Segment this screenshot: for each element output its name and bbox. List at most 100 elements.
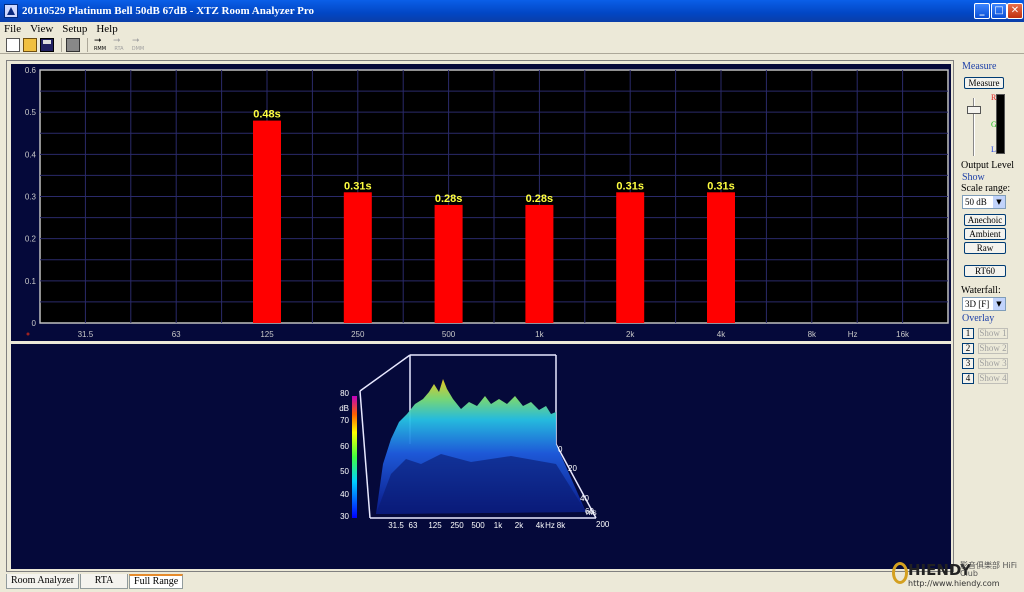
hiendy-watermark: HIENDY 影音俱樂部 HiFi Club http://www.hiendy… (890, 560, 1020, 590)
x-tick-label: 4k (717, 330, 726, 339)
waterfall-chart: 80 70 60 50 40 30 dB 31.5 63 125 250 500 1k 2k 4k 8kHz 0… (339, 354, 610, 530)
output-level-meter: R G L (991, 93, 1005, 154)
measure-button[interactable]: Measure (964, 77, 1004, 89)
x-tick-label: 500 (471, 521, 485, 530)
waterfall-select[interactable]: 3D [F] ▼ (962, 297, 1006, 311)
chevron-down-icon[interactable]: ▼ (993, 196, 1005, 208)
rt60-chart-panel: 0 0.1 0.2 0.3 0.4 0.5 0.6 31.5 63 125 0.48s 250 0.31… (11, 64, 951, 341)
z-tick-label: 80 (340, 389, 349, 398)
measure-group-label: Measure (962, 61, 997, 72)
y-tick-label: 0.4 (25, 150, 37, 159)
z-tick-label: 60 (340, 442, 349, 451)
title-bar[interactable]: 20110529 Platinum Bell 50dB 67dB - XTZ R… (0, 0, 1024, 22)
watermark-sub: 影音俱樂部 HiFi Club (960, 561, 1018, 578)
x-tick-label: 125 (428, 521, 442, 530)
new-icon[interactable] (6, 37, 20, 52)
overlay-3-button[interactable]: 3 (962, 357, 974, 369)
bar-data-label: 0.28s (526, 193, 554, 205)
show-4-button[interactable]: Show 4 (978, 372, 1008, 384)
overlay-4-button[interactable]: 4 (962, 372, 974, 384)
origin-mark (26, 332, 30, 336)
output-level-slider-thumb[interactable] (967, 106, 981, 114)
time-unit-label: ms (586, 508, 597, 517)
scale-range-value: 50 dB (965, 197, 987, 207)
output-level-slider[interactable] (964, 98, 984, 156)
y-tick-label: 0.5 (25, 108, 37, 117)
raw-button[interactable]: Raw (964, 242, 1006, 254)
print-icon[interactable] (66, 37, 80, 52)
x-tick-label: 2k (515, 521, 524, 530)
x-tick-label: 250 (450, 521, 464, 530)
app-icon[interactable] (4, 4, 18, 18)
x-tick-label: 250 (351, 330, 365, 339)
x-tick-label: 16k (896, 330, 910, 339)
show-3-button[interactable]: Show 3 (978, 357, 1008, 369)
rmm-mode-button[interactable]: RMM (92, 36, 108, 52)
x-tick-label: 500 (442, 330, 456, 339)
show-1-button[interactable]: Show 1 (978, 327, 1008, 339)
bar-data-label: 0.48s (253, 109, 281, 121)
overlay-1-button[interactable]: 1 (962, 327, 974, 339)
time-tick-label: 200 (596, 520, 610, 529)
z-tick-label: 70 (340, 416, 349, 425)
scale-range-select[interactable]: 50 dB ▼ (962, 195, 1006, 209)
z-tick-label: 30 (340, 512, 349, 521)
x-tick-label: 8k (557, 521, 566, 530)
save-icon[interactable] (40, 37, 54, 52)
dmm-mode-button[interactable]: DMM (130, 36, 146, 52)
watermark-url: http://www.hiendy.com (908, 579, 1000, 588)
x-tick-label: 63 (409, 521, 418, 530)
y-tick-label: 0.1 (25, 277, 37, 286)
tab-room-analyzer[interactable]: Room Analyzer (6, 574, 80, 589)
toolbar-separator (87, 37, 88, 52)
z-axis-label: dB (339, 404, 349, 413)
rt60-bar (434, 204, 463, 323)
window-title: 20110529 Platinum Bell 50dB 67dB - XTZ R… (22, 5, 315, 17)
minimize-button[interactable]: _ (974, 3, 990, 19)
overlay-row-2: 2 Show 2 (962, 342, 1008, 354)
tab-rta[interactable]: RTA (80, 574, 129, 589)
show-2-button[interactable]: Show 2 (978, 342, 1008, 354)
z-tick-label: 40 (340, 490, 349, 499)
rt60-chart: 0 0.1 0.2 0.3 0.4 0.5 0.6 31.5 63 125 0.48s 250 0.31… (25, 66, 949, 339)
z-tick-label: 50 (340, 467, 349, 476)
rta-mode-button[interactable]: RTA (111, 36, 127, 52)
x-tick-label: 2k (626, 330, 635, 339)
bar-data-label: 0.28s (435, 193, 463, 205)
open-icon[interactable] (23, 37, 37, 52)
meter-mark-g: G (991, 120, 997, 129)
bar-data-label: 0.31s (616, 180, 644, 192)
x-tick-label: 1k (535, 330, 544, 339)
rt60-button[interactable]: RT60 (964, 265, 1006, 277)
show-group-label: Show (962, 172, 985, 183)
time-tick-label: 40 (580, 494, 589, 503)
ambient-button[interactable]: Ambient (964, 228, 1006, 240)
y-tick-label: 0.3 (25, 193, 37, 202)
anechoic-button[interactable]: Anechoic (964, 214, 1006, 226)
x-tick-label: 31.5 (388, 521, 404, 530)
y-tick-label: 0.2 (25, 235, 37, 244)
menu-view[interactable]: View (30, 23, 53, 35)
chevron-down-icon[interactable]: ▼ (993, 298, 1005, 310)
bar-data-label: 0.31s (344, 180, 372, 192)
time-tick-label: 20 (568, 464, 577, 473)
waterfall-label: Waterfall: (961, 285, 1001, 296)
rt60-bar (616, 192, 645, 323)
menu-bar: File View Setup Help (0, 22, 1024, 36)
waterfall-color-scale (352, 396, 357, 518)
close-button[interactable]: ✕ (1007, 3, 1023, 19)
output-level-label: Output Level (961, 160, 1015, 171)
meter-mark-l: L (991, 145, 996, 154)
tab-full-range[interactable]: Full Range (129, 574, 184, 589)
x-tick-label: 63 (172, 330, 181, 339)
maximize-button[interactable]: □ (991, 3, 1007, 19)
toolbar-separator (61, 37, 62, 52)
y-tick-label: 0.6 (25, 66, 37, 75)
menu-file[interactable]: File (4, 23, 21, 35)
overlay-2-button[interactable]: 2 (962, 342, 974, 354)
bottom-tabs: Room Analyzer RTA Full Range (6, 574, 184, 590)
hiendy-logo-icon (892, 562, 908, 584)
menu-help[interactable]: Help (96, 23, 117, 35)
overlay-row-3: 3 Show 3 (962, 357, 1008, 369)
menu-setup[interactable]: Setup (62, 23, 87, 35)
